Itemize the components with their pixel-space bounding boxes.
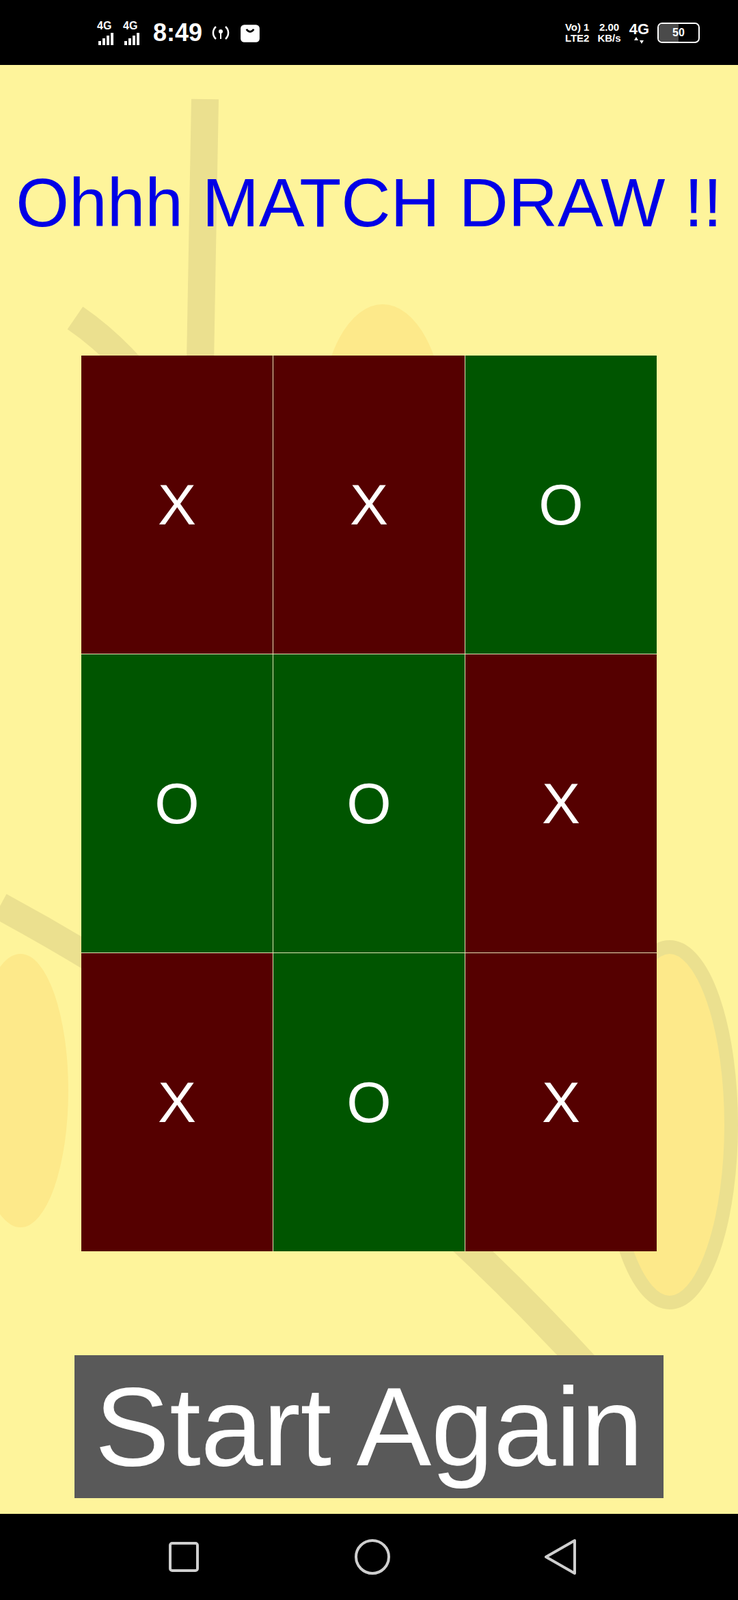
board-cell[interactable]: O [273,653,465,952]
cell-mark: O [154,770,199,837]
speed-unit: KB/s [597,32,621,44]
cell-mark: X [157,471,197,538]
cell-mark: O [346,1068,391,1136]
network-signal: 4G [97,20,115,46]
cell-mark: X [349,471,389,538]
board-cell[interactable]: X [465,653,657,952]
battery-icon: 50 [657,22,700,44]
signal-icon [123,31,141,46]
board-cell[interactable]: X [465,952,657,1251]
cell-mark: X [541,770,581,837]
clock: 8:49 [153,18,203,48]
board-cell[interactable]: O [273,952,465,1251]
volte-label: Vo) 1 [565,21,590,33]
board-cell[interactable]: X [273,355,465,654]
data-network: 4G [629,21,650,44]
board-cell[interactable]: O [465,355,657,654]
shopping-bag-icon [239,21,262,44]
cell-mark: X [157,1068,197,1136]
battery-level: 50 [672,26,685,39]
cell-mark: X [541,1068,581,1136]
recents-icon[interactable] [166,1538,201,1574]
board-cell[interactable]: X [81,355,273,654]
speed-indicator: 2.00 KB/s [597,21,621,44]
result-title: Ohhh MATCH DRAW !! [15,161,722,244]
network-label: 4G [123,20,138,32]
volte-indicator: Vo) 1 LTE2 [565,21,590,44]
game-area: Ohhh MATCH DRAW !! X X O O O X X O X Start Again [0,64,738,1513]
status-bar: 4G 4G 8:49 Vo) 1 LTE2 2.00 KB/s 4G 50 [0,0,738,65]
board-cell[interactable]: X [81,952,273,1251]
network-signal: 4G [123,20,141,46]
data-network-label: 4G [629,21,650,37]
game-board: X X O O O X X O X [81,355,657,1251]
navigation-bar [0,1512,738,1599]
cell-mark: O [538,471,583,538]
lte-label: LTE2 [565,32,590,44]
signal-icon [97,31,115,46]
data-arrows-icon [634,36,644,44]
back-icon[interactable] [543,1536,578,1576]
cell-mark: O [346,770,391,837]
speed-value: 2.00 [599,21,620,33]
game-screen: 4G 4G 8:49 Vo) 1 LTE2 2.00 KB/s 4G 50 Oh… [0,0,738,1599]
network-label: 4G [97,20,112,32]
start-again-button[interactable]: Start Again [74,1354,664,1498]
board-cell[interactable]: O [81,653,273,952]
hotspot-icon [210,22,231,44]
home-icon[interactable] [353,1536,392,1576]
